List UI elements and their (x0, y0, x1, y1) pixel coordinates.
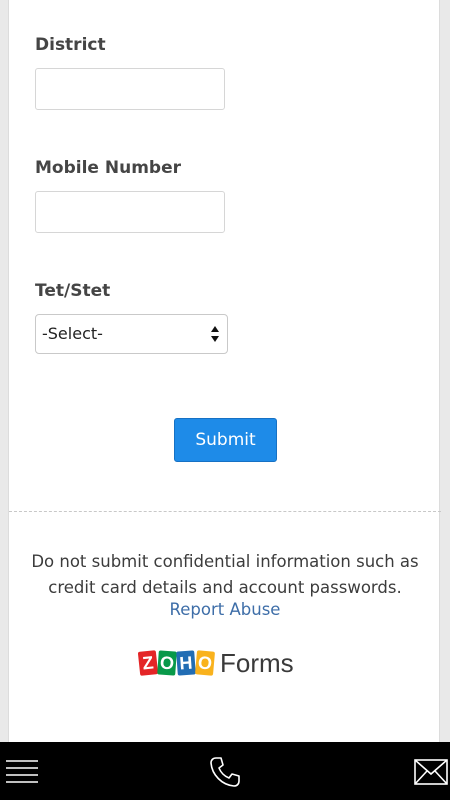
zoho-forms-logo: Z O H O Forms (137, 646, 294, 680)
zoho-letter: Z (137, 650, 159, 676)
mobile-number-input[interactable] (35, 191, 225, 233)
zoho-logo: Z O H O (137, 650, 216, 676)
tet-stet-selected-value: -Select- (42, 324, 103, 343)
menu-icon[interactable] (5, 759, 39, 785)
submit-button[interactable]: Submit (174, 418, 277, 462)
form-card: District Mobile Number Tet/Stet -Select-… (8, 0, 441, 742)
phone-icon[interactable] (208, 755, 242, 789)
district-input[interactable] (35, 68, 225, 110)
zoho-letter: O (157, 650, 177, 676)
mail-icon[interactable] (414, 759, 448, 785)
bottom-action-bar (0, 742, 450, 800)
tet-stet-label: Tet/Stet (35, 281, 111, 301)
select-arrows-icon (211, 326, 219, 342)
mobile-number-label: Mobile Number (35, 158, 181, 178)
tet-stet-select[interactable]: -Select- (35, 314, 228, 354)
divider (9, 511, 441, 512)
report-abuse-link[interactable]: Report Abuse (9, 600, 441, 619)
district-label: District (35, 35, 106, 55)
zoho-letter: O (194, 650, 216, 676)
confidential-notice: Do not submit confidential information s… (31, 552, 419, 597)
forms-wordmark: Forms (220, 647, 294, 678)
zoho-letter: H (176, 650, 196, 676)
